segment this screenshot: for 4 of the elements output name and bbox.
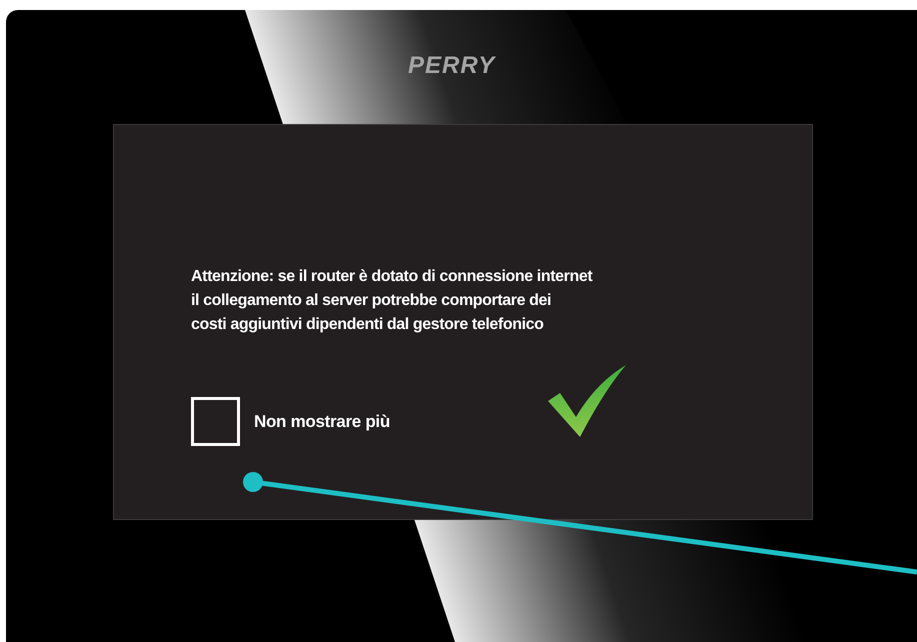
brand-logo: PERRY xyxy=(408,52,496,80)
warning-message: Attenzione: se il router è dotato di connessione internet il collegamento al server potrebbe comportare dei costi aggiuntivi dipendenti dal gestore telefonico xyxy=(191,267,594,335)
checkbox-label: Non mostrare più xyxy=(254,412,390,432)
checkbox[interactable] xyxy=(191,397,240,446)
